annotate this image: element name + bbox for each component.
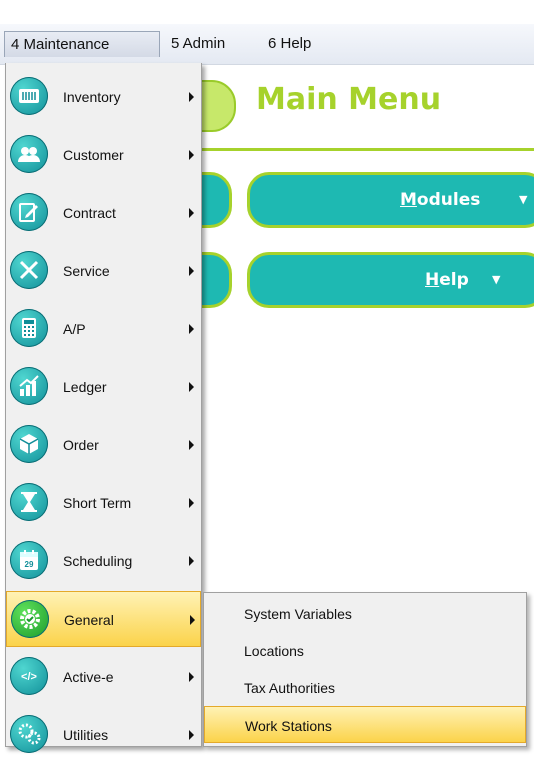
modules-button[interactable]: Modules ▼ xyxy=(247,172,534,228)
help-caret-icon: ▼ xyxy=(492,273,501,286)
menu-item-ledger[interactable]: Ledger xyxy=(6,359,201,415)
submenu-arrow-icon xyxy=(189,208,194,218)
submenu-item-tax-authorities[interactable]: Tax Authorities xyxy=(204,669,526,706)
top-strip xyxy=(0,0,534,24)
menu-item-order[interactable]: Order xyxy=(6,417,201,473)
calculator-icon xyxy=(10,309,48,347)
menu-item-service[interactable]: Service xyxy=(6,243,201,299)
submenu-item-system-variables[interactable]: System Variables xyxy=(204,595,526,632)
menu-item-label: Service xyxy=(63,263,110,279)
menu-item-label: General xyxy=(64,612,114,628)
submenu-item-label: System Variables xyxy=(244,606,352,622)
submenu-item-work-stations[interactable]: Work Stations xyxy=(204,706,526,743)
maintenance-dropdown: Inventory Customer Contract Service A/P xyxy=(5,63,202,753)
menu-item-label: Customer xyxy=(63,147,124,163)
submenu-item-label: Tax Authorities xyxy=(244,680,336,696)
modules-caret-icon: ▼ xyxy=(519,193,528,206)
submenu-arrow-icon xyxy=(190,615,195,625)
menu-item-label: Contract xyxy=(63,205,116,221)
submenu-arrow-icon xyxy=(189,266,194,276)
menu-item-contract[interactable]: Contract xyxy=(6,185,201,241)
submenu-arrow-icon xyxy=(189,498,194,508)
utilities-gears-icon xyxy=(10,715,48,753)
menu-item-short-term[interactable]: Short Term xyxy=(6,475,201,531)
menu-item-label: Active-e xyxy=(63,669,114,685)
help-label: elp xyxy=(439,270,469,290)
hourglass-icon xyxy=(10,483,48,521)
menu-item-label: Utilities xyxy=(63,727,109,743)
menu-item-label: Ledger xyxy=(63,379,107,395)
contract-icon xyxy=(10,193,48,231)
submenu-item-label: Locations xyxy=(244,643,304,659)
menu-bar: 4 Maintenance 5 Admin 6 Help xyxy=(0,24,534,65)
ledger-icon xyxy=(10,367,48,405)
submenu-item-label: Work Stations xyxy=(245,718,332,734)
submenu-arrow-icon xyxy=(189,672,194,682)
code-icon: </> xyxy=(10,657,48,695)
submenu-arrow-icon xyxy=(189,382,194,392)
submenu-arrow-icon xyxy=(189,92,194,102)
help-button[interactable]: Help ▼ xyxy=(247,252,534,308)
menu-item-general[interactable]: General xyxy=(6,591,201,647)
menu-item-utilities[interactable]: Utilities xyxy=(6,707,201,763)
calendar-icon: 29 xyxy=(10,541,48,579)
help-mnemonic: H xyxy=(425,270,440,290)
page-title: Main Menu xyxy=(256,82,442,117)
inventory-icon xyxy=(10,77,48,115)
menu-item-ap[interactable]: A/P xyxy=(6,301,201,357)
menu-item-label: Scheduling xyxy=(63,553,133,569)
submenu-arrow-icon xyxy=(189,730,194,740)
menu-maintenance[interactable]: 4 Maintenance xyxy=(4,31,160,57)
submenu-arrow-icon xyxy=(189,440,194,450)
customer-icon xyxy=(10,135,48,173)
submenu-arrow-icon xyxy=(189,556,194,566)
menu-item-label: Short Term xyxy=(63,495,132,511)
menu-item-label: Inventory xyxy=(63,89,121,105)
submenu-arrow-icon xyxy=(189,150,194,160)
menu-item-label: A/P xyxy=(63,321,86,337)
menu-item-inventory[interactable]: Inventory xyxy=(6,69,201,125)
menu-item-scheduling[interactable]: 29 Scheduling xyxy=(6,533,201,589)
modules-mnemonic: M xyxy=(400,190,417,210)
calendar-date-badge: 29 xyxy=(25,560,34,569)
general-submenu: System Variables Locations Tax Authoriti… xyxy=(203,592,527,747)
general-gear-icon xyxy=(11,600,49,638)
menu-item-customer[interactable]: Customer xyxy=(6,127,201,183)
order-icon xyxy=(10,425,48,463)
menu-help[interactable]: 6 Help xyxy=(262,31,317,57)
service-icon xyxy=(10,251,48,289)
submenu-arrow-icon xyxy=(189,324,194,334)
submenu-item-locations[interactable]: Locations xyxy=(204,632,526,669)
title-underline xyxy=(150,148,534,151)
menu-item-label: Order xyxy=(63,437,99,453)
code-glyph: </> xyxy=(21,671,37,683)
modules-label: odules xyxy=(416,190,481,210)
menu-item-active-e[interactable]: </> Active-e xyxy=(6,649,201,705)
menu-admin[interactable]: 5 Admin xyxy=(165,31,231,57)
